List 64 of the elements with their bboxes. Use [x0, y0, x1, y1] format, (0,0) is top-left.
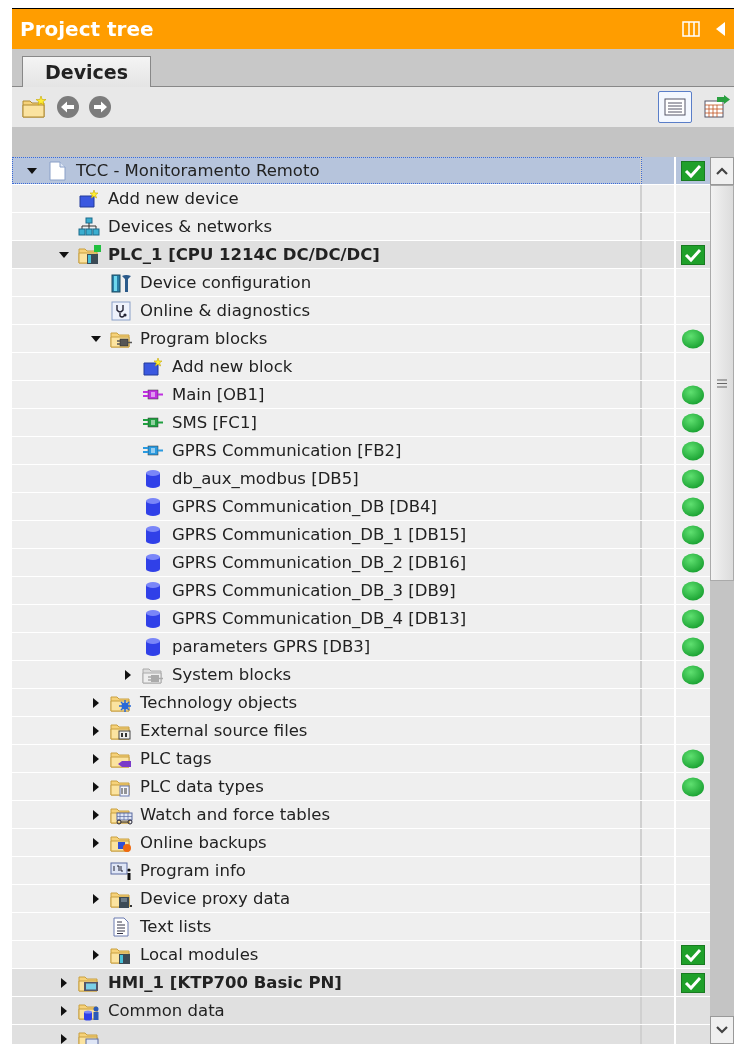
- tree-row[interactable]: parameters GPRS [DB3]: [12, 633, 710, 661]
- tree-row[interactable]: Add new block: [12, 353, 710, 381]
- item-label: GPRS Communication_DB_3 [DB9]: [172, 581, 456, 600]
- tree-row[interactable]: Device configuration: [12, 269, 710, 297]
- tree-row[interactable]: GPRS Communication_DB_2 [DB16]: [12, 549, 710, 577]
- item-label: Online & diagnostics: [140, 301, 311, 320]
- item-label: PLC tags: [140, 749, 212, 768]
- tree-row[interactable]: Program blocks: [12, 325, 710, 353]
- tree-row[interactable]: TCC - Monitoramento Remoto: [12, 157, 710, 185]
- tree-row[interactable]: Devices & networks: [12, 213, 710, 241]
- item-label: Watch and force tables: [140, 805, 331, 824]
- tree-row[interactable]: Add new device: [12, 185, 710, 213]
- tree-row[interactable]: GPRS Communication [FB2]: [12, 437, 710, 465]
- item-label: Program info: [140, 861, 246, 880]
- item-label: Devices & networks: [108, 217, 272, 236]
- item-label: Online backups: [140, 833, 267, 852]
- item-label: PLC_1 [CPU 1214C DC/DC/DC]: [108, 245, 380, 264]
- tree-row[interactable]: Watch and force tables: [12, 801, 710, 829]
- tree-row[interactable]: Program info: [12, 857, 710, 885]
- tree-row[interactable]: Common data: [12, 997, 710, 1025]
- item-label: External source files: [140, 721, 308, 740]
- item-label: GPRS Communication_DB [DB4]: [172, 497, 437, 516]
- item-label: TCC - Monitoramento Remoto: [76, 161, 320, 180]
- tree-row[interactable]: Technology objects: [12, 689, 710, 717]
- tree-row[interactable]: GPRS Communication_DB [DB4]: [12, 493, 710, 521]
- tree-row[interactable]: System blocks: [12, 661, 710, 689]
- tree-row[interactable]: Local modules: [12, 941, 710, 969]
- item-label: parameters GPRS [DB3]: [172, 637, 371, 656]
- tree-row[interactable]: GPRS Communication_DB_3 [DB9]: [12, 577, 710, 605]
- item-label: Common data: [108, 1001, 225, 1020]
- item-label: HMI_1 [KTP700 Basic PN]: [108, 973, 342, 992]
- tree-row[interactable]: GPRS Communication_DB_4 [DB13]: [12, 605, 710, 633]
- item-label: Technology objects: [140, 693, 298, 712]
- tab[interactable]: Devices: [22, 56, 151, 87]
- item-label: Add new block: [172, 357, 293, 376]
- item-label: GPRS Communication_DB_2 [DB16]: [172, 553, 467, 572]
- tree-row[interactable]: Online backups: [12, 829, 710, 857]
- tree-row[interactable]: Main [OB1]: [12, 381, 710, 409]
- item-label: Local modules: [140, 945, 259, 964]
- tree-row[interactable]: GPRS Communication_DB_1 [DB15]: [12, 521, 710, 549]
- item-label: System blocks: [172, 665, 292, 684]
- item-label: Add new device: [108, 189, 239, 208]
- tree-row[interactable]: External source files: [12, 717, 710, 745]
- item-label: db_aux_modbus [DB5]: [172, 469, 359, 488]
- item-label: Main [OB1]: [172, 385, 265, 404]
- tree-row[interactable]: Text lists: [12, 913, 710, 941]
- tree-row[interactable]: Device proxy data: [12, 885, 710, 913]
- tree-row[interactable]: PLC tags: [12, 745, 710, 773]
- item-label: PLC data types: [140, 777, 264, 796]
- item-label: GPRS Communication_DB_4 [DB13]: [172, 609, 467, 628]
- panel-title: Project tree: [20, 17, 154, 41]
- tree-row[interactable]: Online & diagnostics: [12, 297, 710, 325]
- tree-row[interactable]: SMS [FC1]: [12, 409, 710, 437]
- item-label: Device configuration: [140, 273, 312, 292]
- item-label: Program blocks: [140, 329, 268, 348]
- item-label: SMS [FC1]: [172, 413, 257, 432]
- item-label: Text lists: [140, 917, 212, 936]
- item-label: Device proxy data: [140, 889, 291, 908]
- item-label: GPRS Communication [FB2]: [172, 441, 402, 460]
- tree-row[interactable]: db_aux_modbus [DB5]: [12, 465, 710, 493]
- tree-row[interactable]: HMI_1 [KTP700 Basic PN]: [12, 969, 710, 997]
- tree-row[interactable]: PLC_1 [CPU 1214C DC/DC/DC]: [12, 241, 710, 269]
- tree-row[interactable]: PLC data types: [12, 773, 710, 801]
- item-label: GPRS Communication_DB_1 [DB15]: [172, 525, 467, 544]
